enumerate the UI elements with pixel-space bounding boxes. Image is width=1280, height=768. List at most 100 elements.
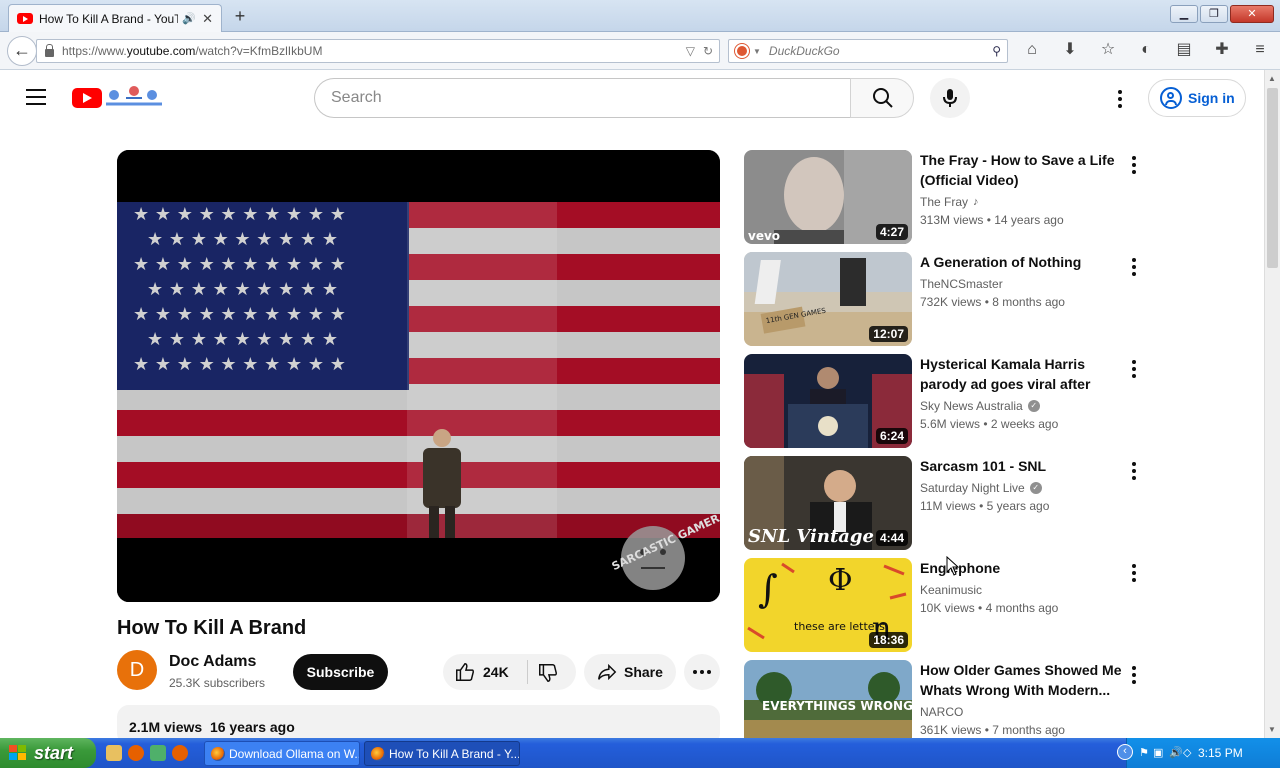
- video-duration: 12:07: [869, 326, 908, 342]
- video-options-kebab-icon[interactable]: [1132, 564, 1136, 585]
- close-window-button[interactable]: ✕: [1230, 5, 1274, 23]
- window-controls: ▁ ❐ ✕: [1170, 5, 1274, 23]
- settings-kebab-icon[interactable]: [1118, 90, 1122, 111]
- video-duration: 18:36: [869, 632, 908, 648]
- quick-launch: [106, 745, 188, 761]
- recommended-meta: 5.6M views • 2 weeks ago: [920, 417, 1059, 431]
- recommended-channel[interactable]: Sky News Australia ✓: [920, 399, 1040, 413]
- maximize-button[interactable]: ❐: [1200, 5, 1228, 23]
- youtube-search-input[interactable]: Search: [314, 78, 852, 118]
- home-icon[interactable]: ⌂: [1022, 40, 1042, 60]
- video-options-kebab-icon[interactable]: [1132, 156, 1136, 177]
- recommended-title[interactable]: How Older Games Showed Me Whats Wrong Wi…: [920, 660, 1126, 700]
- explorer-icon[interactable]: [106, 745, 122, 761]
- browser-search-bar[interactable]: ▼ DuckDuckGo ⚲: [728, 39, 1008, 63]
- svg-text:EVERYTHINGS WRONG: EVERYTHINGS WRONG: [762, 699, 912, 713]
- video-thumbnail[interactable]: vevo 4:27: [744, 150, 912, 244]
- browser-titlebar: How To Kill A Brand - YouT... 🔊 ✕ + ▁ ❐ …: [0, 0, 1280, 32]
- doodle-logo-icon[interactable]: [104, 84, 164, 108]
- video-thumbnail[interactable]: 6:24: [744, 354, 912, 448]
- subscribe-button[interactable]: Subscribe: [293, 654, 388, 690]
- taskbar-item[interactable]: Download Ollama on W...: [204, 741, 360, 766]
- recommended-channel[interactable]: Saturday Night Live ✓: [920, 481, 1042, 495]
- recommended-channel[interactable]: Keanimusic: [920, 583, 982, 597]
- microphone-icon: [943, 89, 957, 107]
- hamburger-menu-icon[interactable]: [26, 89, 46, 105]
- scrollbar-thumb[interactable]: [1267, 88, 1278, 268]
- channel-name[interactable]: Doc Adams: [169, 653, 256, 671]
- voice-search-button[interactable]: [930, 78, 970, 118]
- scroll-down-icon[interactable]: ▼: [1268, 725, 1276, 734]
- extensions-icon[interactable]: ✚: [1212, 40, 1232, 60]
- sign-in-button[interactable]: Sign in: [1148, 79, 1246, 117]
- youtube-search-button[interactable]: [850, 78, 914, 118]
- recommended-meta: 11M views • 5 years ago: [920, 499, 1050, 513]
- dropdown-arrow-icon[interactable]: ▽: [686, 44, 695, 58]
- scroll-up-icon[interactable]: ▲: [1268, 74, 1276, 83]
- downloads-icon[interactable]: ⬇: [1060, 40, 1080, 60]
- channel-avatar[interactable]: D: [117, 650, 157, 690]
- taskbar-item-active[interactable]: How To Kill A Brand - Y...: [364, 741, 520, 766]
- windows-taskbar: start Download Ollama on W... How To Kil…: [0, 738, 1280, 768]
- recommended-title[interactable]: Hysterical Kamala Harris parody ad goes …: [920, 354, 1126, 394]
- video-player[interactable]: ★ ★ ★ ★ ★ ★ ★ ★ ★ ★ ★ ★ ★ ★ ★ ★ ★ ★ ★ ★ …: [117, 150, 720, 602]
- search-icon[interactable]: ⚲: [992, 44, 1001, 58]
- messenger-icon[interactable]: [150, 745, 166, 761]
- firefox-icon[interactable]: [172, 745, 188, 761]
- recommended-video[interactable]: 11th GEN GAMES 12:07 A Generation of Not…: [744, 252, 1144, 346]
- subscriber-count: 25.3K subscribers: [169, 676, 266, 690]
- like-count[interactable]: 24K: [483, 654, 509, 690]
- video-options-kebab-icon[interactable]: [1132, 360, 1136, 381]
- reader-icon[interactable]: ▤: [1174, 40, 1194, 60]
- tray-expand-icon[interactable]: ‹: [1117, 744, 1133, 760]
- close-tab-icon[interactable]: ✕: [202, 11, 213, 27]
- dislike-thumb-down-icon[interactable]: [537, 662, 559, 684]
- recommended-video[interactable]: 6:24 Hysterical Kamala Harris parody ad …: [744, 354, 1144, 448]
- volume-icon[interactable]: 🔊: [1169, 746, 1183, 759]
- mouse-cursor-icon: [946, 556, 960, 576]
- share-arrow-icon: [598, 663, 617, 681]
- video-thumbnail[interactable]: ∫ Φ ŋ these are letters 18:36: [744, 558, 912, 652]
- speaker-icon[interactable]: 🔊: [182, 12, 196, 25]
- recommended-video[interactable]: vevo 4:27 The Fray - How to Save a Life …: [744, 150, 1144, 244]
- sync-icon[interactable]: ◐: [1136, 40, 1156, 60]
- video-options-kebab-icon[interactable]: [1132, 258, 1136, 279]
- recommended-video[interactable]: SNL Vintage 4:44 Sarcasm 101 - SNL Satur…: [744, 456, 1144, 550]
- minimize-button[interactable]: ▁: [1170, 5, 1198, 23]
- share-button[interactable]: Share: [584, 654, 676, 690]
- video-frame-american-flag: ★ ★ ★ ★ ★ ★ ★ ★ ★ ★ ★ ★ ★ ★ ★ ★ ★ ★ ★ ★ …: [117, 150, 720, 602]
- browser-toolbar: ⌂ ⬇ ☆ ◐ ▤ ✚ ≡: [1022, 40, 1270, 60]
- video-thumbnail[interactable]: SNL Vintage 4:44: [744, 456, 912, 550]
- url-bar[interactable]: https://www.youtube.com/watch?v=KfmBzlIk…: [36, 39, 720, 63]
- network-icon[interactable]: ▣: [1153, 746, 1163, 759]
- more-actions-button[interactable]: [684, 654, 720, 690]
- video-options-kebab-icon[interactable]: [1132, 462, 1136, 483]
- firefox-icon[interactable]: [128, 745, 144, 761]
- bookmark-star-icon[interactable]: ☆: [1098, 40, 1118, 60]
- flag-icon[interactable]: ⚑: [1139, 746, 1149, 759]
- recommended-channel[interactable]: TheNCSmaster: [920, 277, 1003, 291]
- search-engine-dropdown-icon[interactable]: ▼: [753, 47, 761, 56]
- youtube-header: Search Sign in: [0, 70, 1264, 126]
- url-text: https://www.youtube.com/watch?v=KfmBzlIk…: [62, 44, 323, 58]
- video-options-kebab-icon[interactable]: [1132, 666, 1136, 687]
- start-label: start: [34, 743, 74, 763]
- video-thumbnail[interactable]: 11th GEN GAMES 12:07: [744, 252, 912, 346]
- share-label: Share: [624, 664, 663, 680]
- recommended-title[interactable]: A Generation of Nothing: [920, 252, 1126, 272]
- page-scrollbar[interactable]: ▲ ▼: [1264, 70, 1280, 738]
- reload-icon[interactable]: ↻: [703, 44, 713, 58]
- browser-tab-active[interactable]: How To Kill A Brand - YouT... 🔊 ✕: [8, 4, 222, 32]
- recommended-channel[interactable]: The Fray ♪: [920, 195, 979, 209]
- recommended-video[interactable]: ∫ Φ ŋ these are letters 18:36 Englephone…: [744, 558, 1144, 652]
- recommended-title[interactable]: The Fray - How to Save a Life (Official …: [920, 150, 1126, 190]
- new-tab-icon[interactable]: +: [230, 6, 250, 27]
- menu-icon[interactable]: ≡: [1250, 40, 1270, 60]
- recommended-channel[interactable]: NARCO: [920, 705, 963, 719]
- safely-remove-icon[interactable]: ◇: [1183, 746, 1191, 759]
- start-button[interactable]: start: [0, 738, 96, 768]
- recommended-title[interactable]: Sarcasm 101 - SNL: [920, 456, 1126, 476]
- back-button[interactable]: ←: [7, 36, 37, 66]
- youtube-logo[interactable]: [72, 88, 102, 108]
- like-thumb-up-icon[interactable]: [454, 661, 476, 683]
